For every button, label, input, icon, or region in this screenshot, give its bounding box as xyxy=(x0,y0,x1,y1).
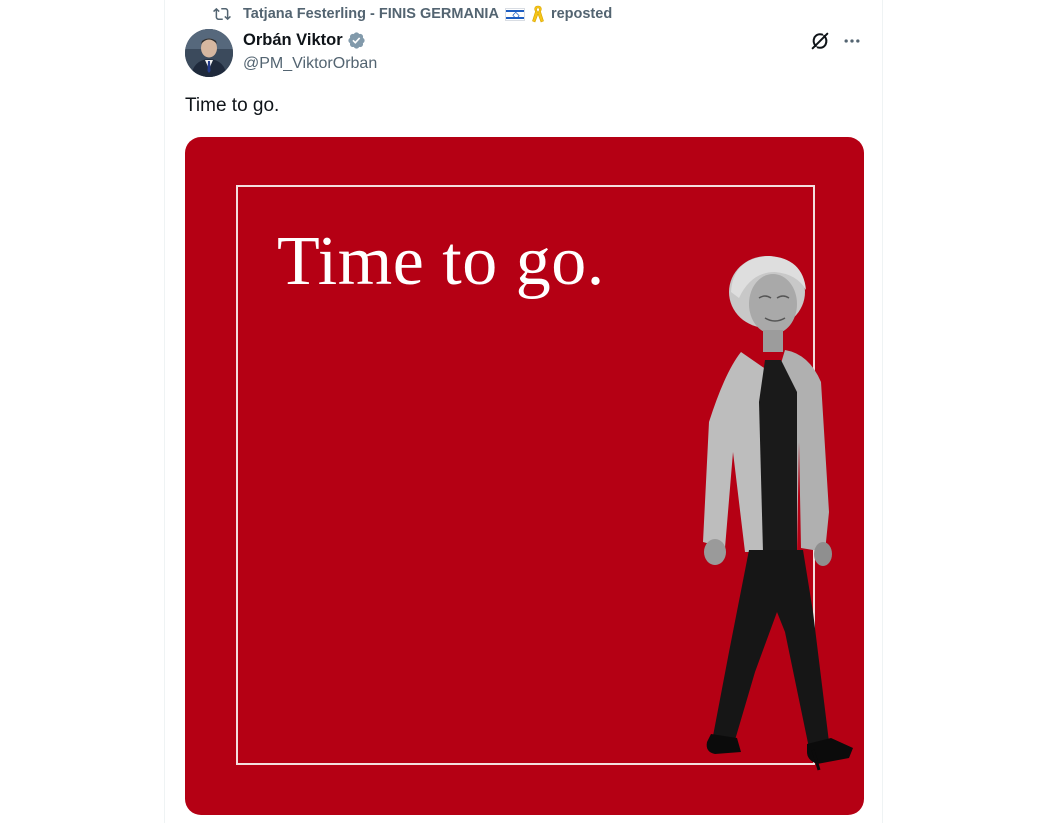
verified-badge-icon xyxy=(347,31,366,50)
tweet-media-image[interactable]: Time to go. xyxy=(185,137,864,815)
more-options-icon xyxy=(842,31,862,51)
repost-suffix: reposted xyxy=(550,6,613,22)
more-options-button[interactable] xyxy=(837,26,867,56)
repost-icon xyxy=(213,5,231,23)
page: Tatjana Festerling - FINIS GERMANIA repo… xyxy=(0,0,1050,823)
avatar[interactable] xyxy=(185,29,233,77)
author-name-row[interactable]: Orbán Viktor xyxy=(243,31,366,50)
israel-flag-icon xyxy=(504,7,525,21)
tweet-text: Time to go. xyxy=(185,95,280,116)
author-display-name[interactable]: Orbán Viktor xyxy=(243,31,343,50)
yellow-ribbon-icon xyxy=(531,5,545,23)
reposter-name[interactable]: Tatjana Festerling - FINIS GERMANIA xyxy=(243,6,499,22)
author-handle[interactable]: @PM_ViktorOrban xyxy=(243,55,377,73)
media-headline: Time to go. xyxy=(277,223,605,300)
repost-context[interactable]: Tatjana Festerling - FINIS GERMANIA repo… xyxy=(213,4,612,24)
grok-button[interactable] xyxy=(805,26,835,56)
timeline-column: Tatjana Festerling - FINIS GERMANIA repo… xyxy=(164,0,883,823)
grok-icon xyxy=(809,30,831,52)
walking-woman-photo xyxy=(703,256,853,771)
